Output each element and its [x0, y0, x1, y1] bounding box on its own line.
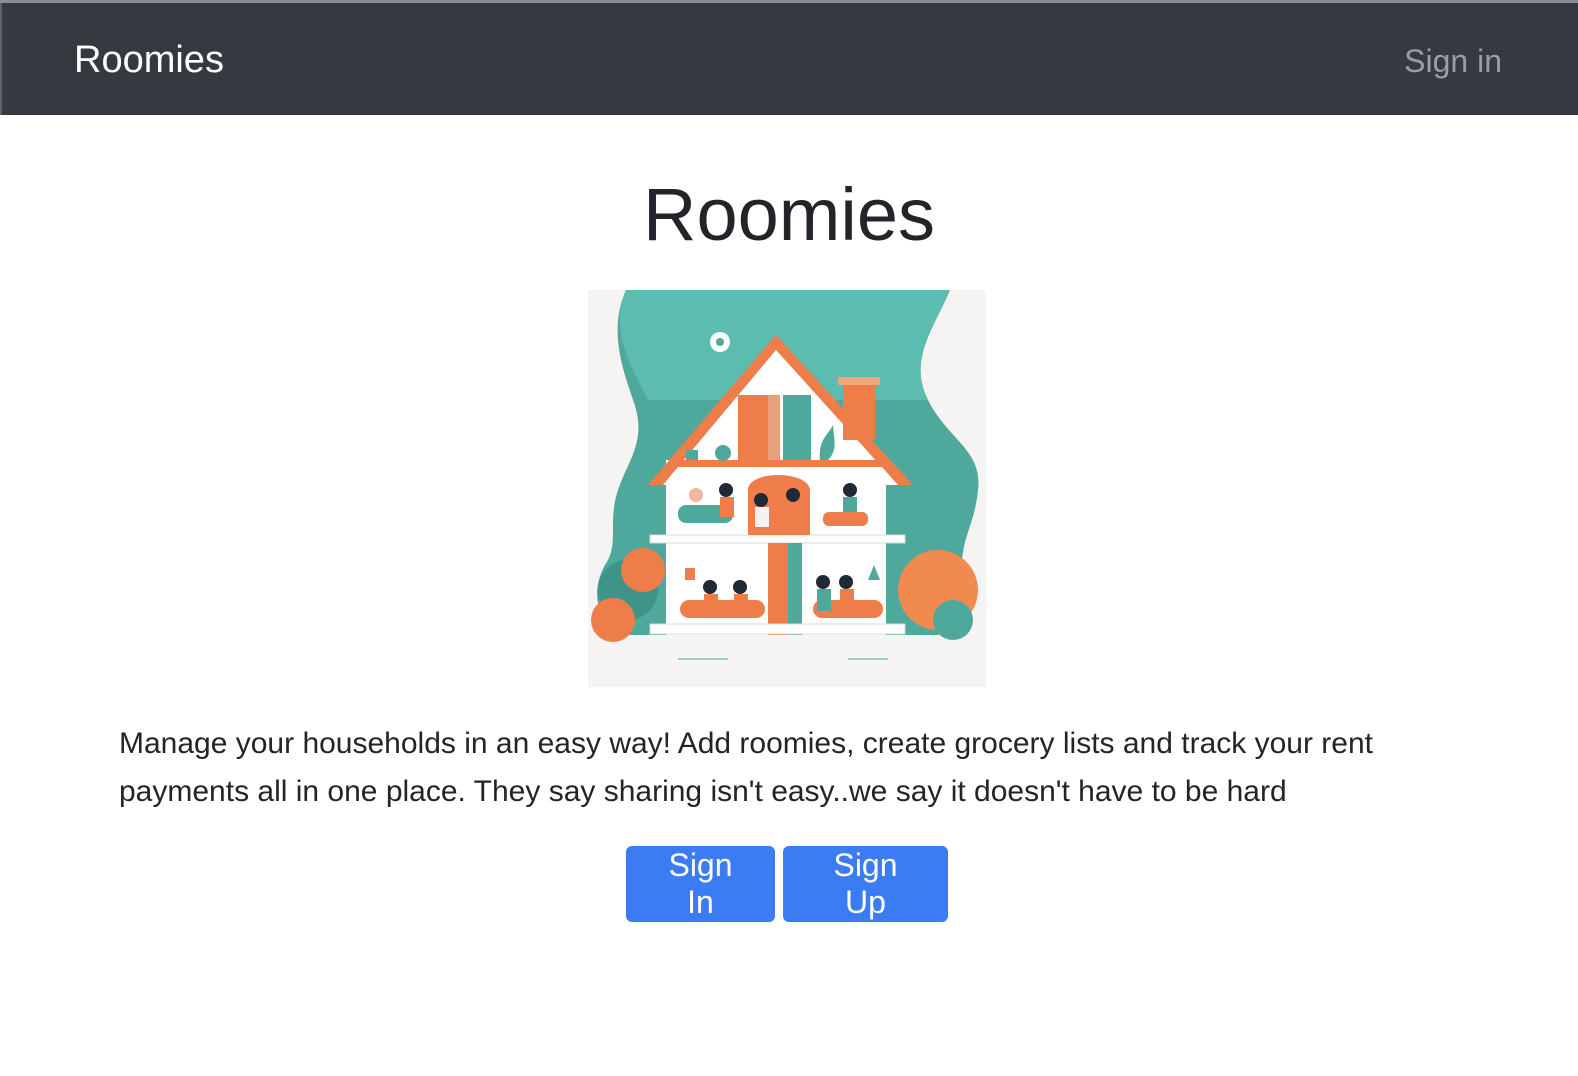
house-illustration-image: [588, 290, 986, 687]
sign-up-button[interactable]: Sign Up: [783, 846, 948, 922]
sign-in-button[interactable]: Sign In: [626, 846, 775, 922]
page-title: Roomies: [643, 173, 935, 256]
navbar-brand[interactable]: Roomies: [74, 37, 224, 83]
intro-description: Manage your households in an easy way! A…: [119, 727, 1373, 808]
navbar-sign-in-link[interactable]: Sign in: [1404, 41, 1502, 81]
house-illustration-icon: [591, 290, 979, 660]
navbar: Roomies Sign in: [0, 3, 1578, 115]
auth-button-group: Sign In Sign Up: [626, 846, 948, 922]
